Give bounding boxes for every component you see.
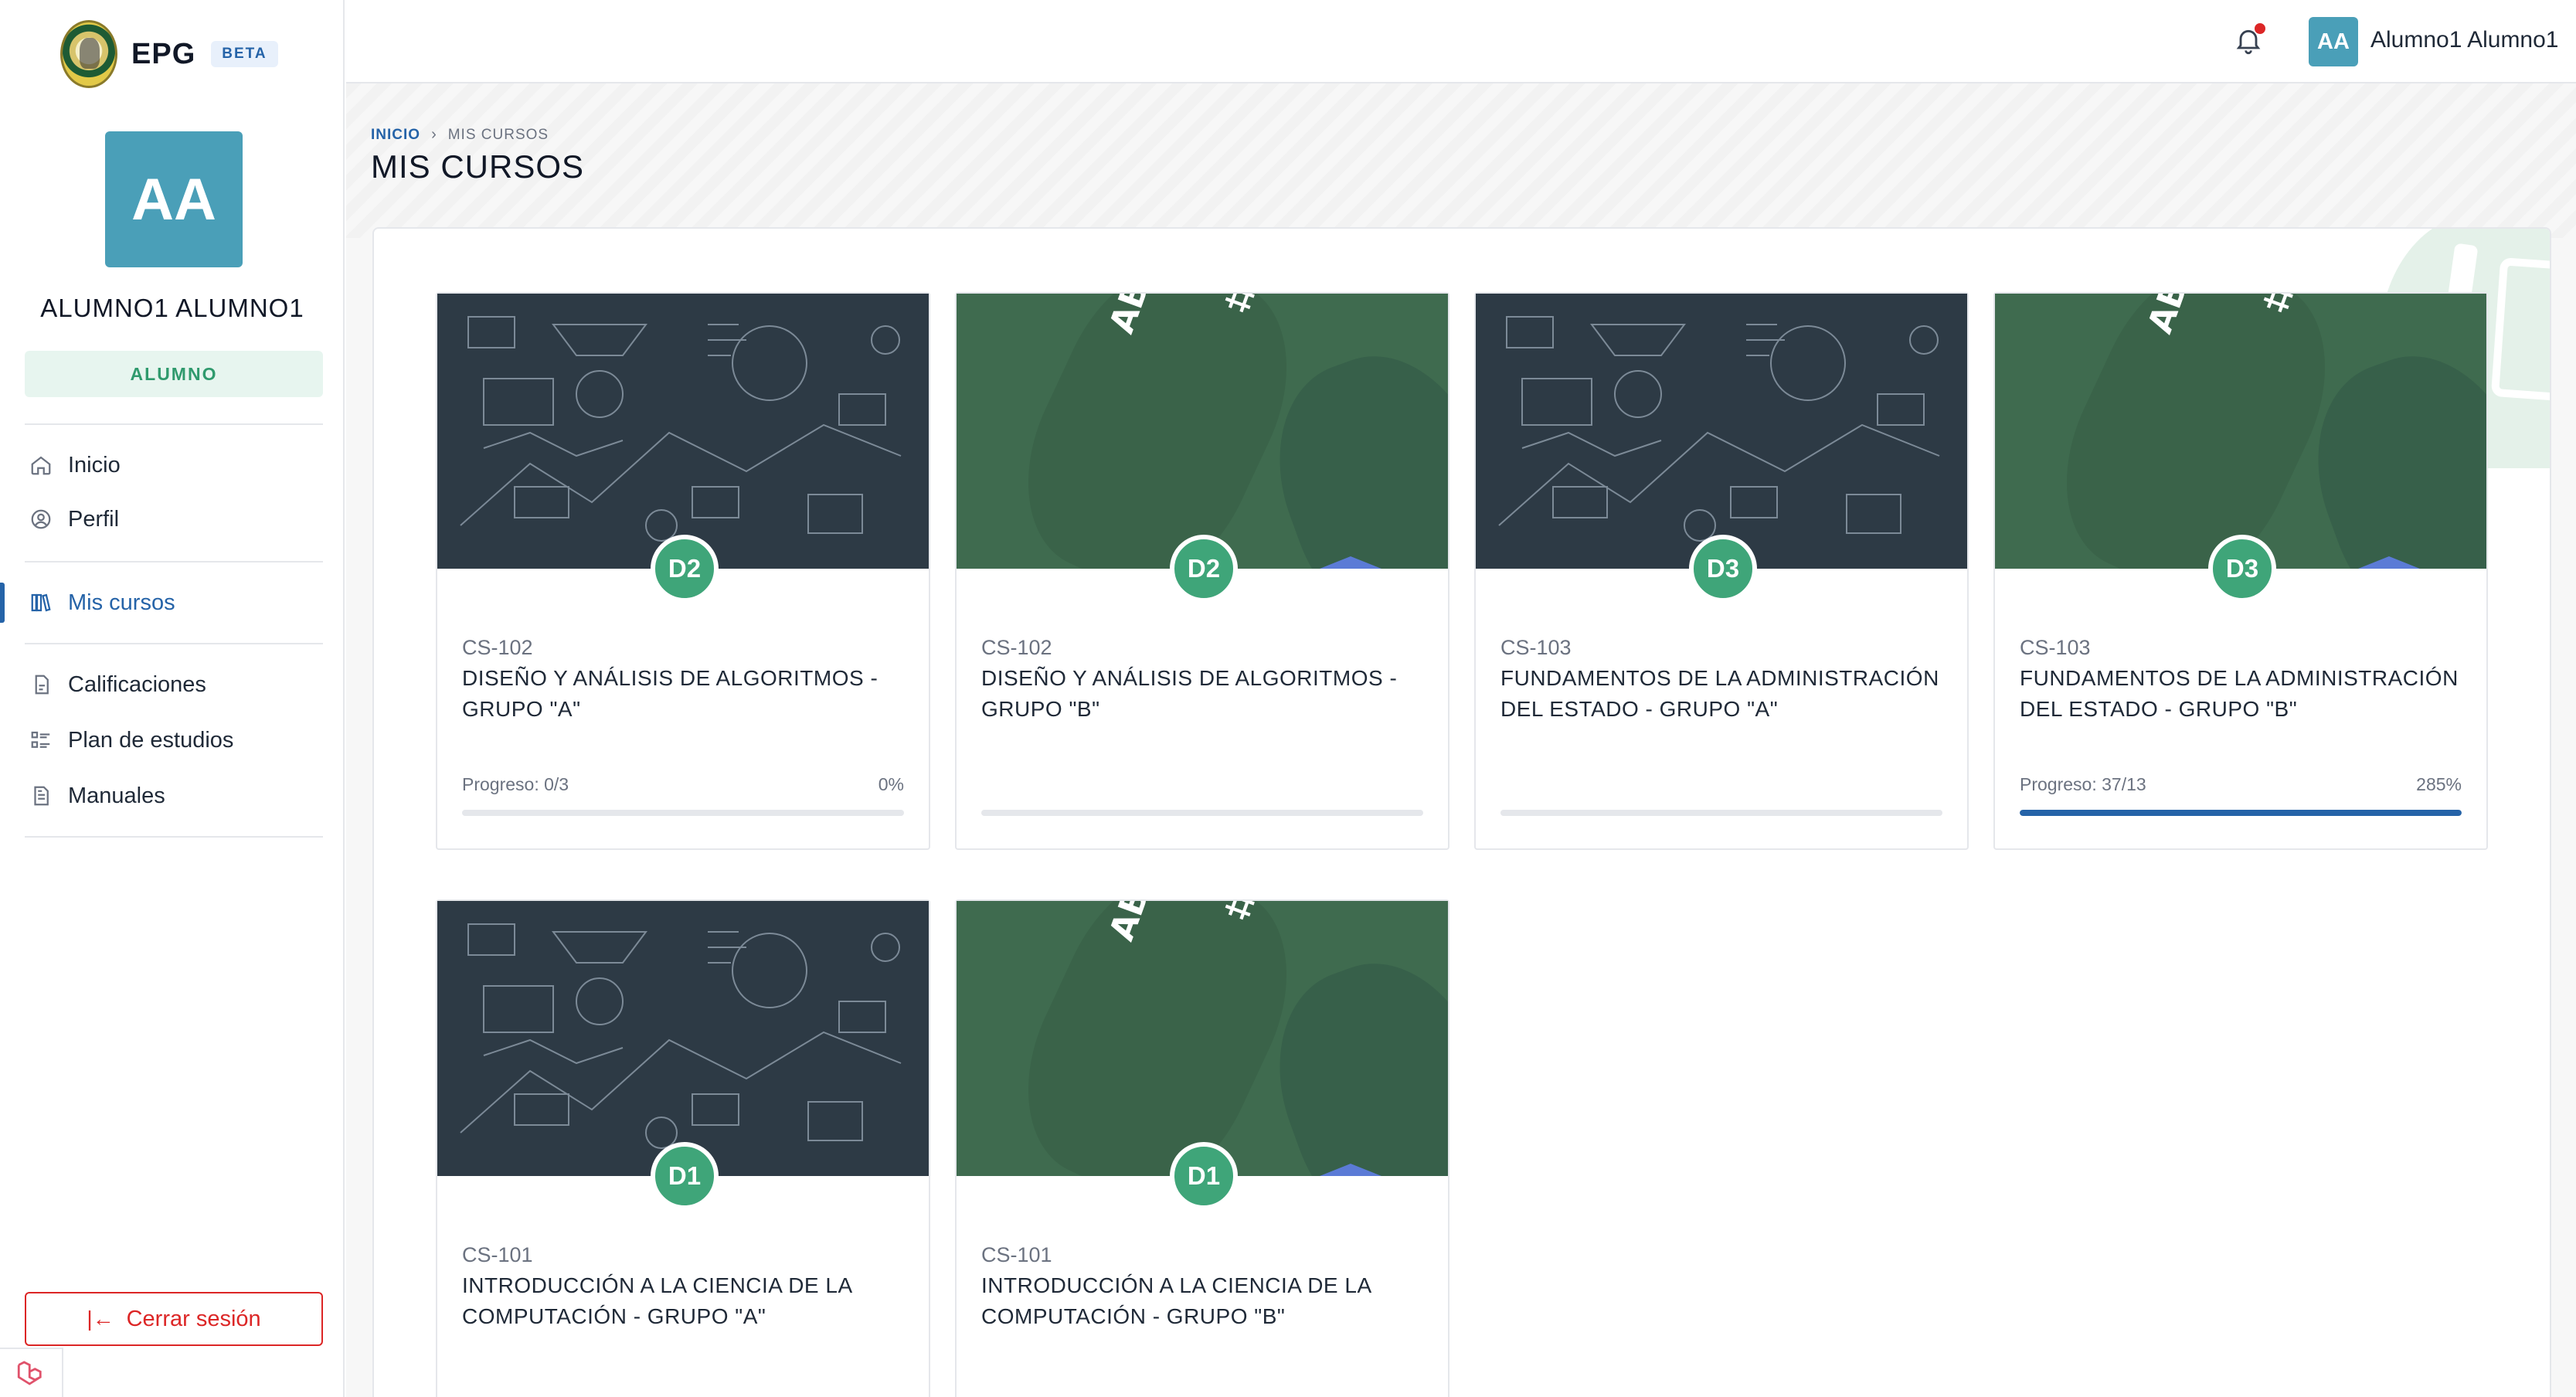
course-name: INTRODUCCIÓN A LA CIENCIA DE LA COMPUTAC… <box>981 1273 1371 1328</box>
list-icon <box>28 727 54 753</box>
role-badge: ALUMNO <box>25 351 323 397</box>
course-badge: D2 <box>651 535 719 603</box>
logout-arrow-icon: |← <box>87 1307 114 1331</box>
course-image <box>1476 294 1967 569</box>
laravel-icon[interactable] <box>0 1348 63 1397</box>
course-code: CS-103 <box>2020 636 2091 659</box>
nav-item-perfil[interactable]: Perfil <box>0 495 343 544</box>
books-icon <box>28 590 54 616</box>
sidebar: EPG BETA AA ALUMNO1 ALUMNO1 ALUMNO Inici… <box>0 0 345 1397</box>
course-badge: D2 <box>1170 535 1238 603</box>
course-card[interactable]: D3 CS-103 FUNDAMENTOS DE LA ADMINISTRACI… <box>1474 292 1969 850</box>
nav-label: Plan de estudios <box>68 727 234 753</box>
progress-label: Progreso: 0/3 <box>462 774 569 794</box>
progress-row <box>462 1382 904 1397</box>
nav-label: Manuales <box>68 783 165 808</box>
nav-label: Calificaciones <box>68 671 206 697</box>
progress-percent: 0% <box>878 774 904 794</box>
course-badge: D1 <box>651 1142 719 1210</box>
course-code: CS-103 <box>1500 636 1572 659</box>
course-image: AB ⌗ <box>957 294 1448 569</box>
nav-label: Inicio <box>68 452 121 478</box>
tech-doodle-illustration <box>460 923 902 1149</box>
brand-name: EPG <box>131 37 196 70</box>
course-image <box>437 901 929 1176</box>
nav-item-inicio[interactable]: Inicio <box>0 440 343 490</box>
beta-badge: BETA <box>211 41 278 67</box>
course-badge: D3 <box>1689 535 1757 603</box>
nav-item-plan-de-estudios[interactable]: Plan de estudios <box>0 715 343 765</box>
courses-panel: D2 CS-102 DISEÑO Y ANÁLISIS DE ALGORITMO… <box>372 227 2551 1397</box>
user-avatar[interactable]: AA <box>2309 17 2358 66</box>
course-card[interactable]: D2 CS-102 DISEÑO Y ANÁLISIS DE ALGORITMO… <box>436 292 930 850</box>
notification-dot <box>2255 23 2265 34</box>
divider <box>25 643 323 644</box>
decorative-shape <box>1320 556 1381 569</box>
progress-label: Progreso: 37/13 <box>2020 774 2146 794</box>
clipboard-icon <box>28 671 54 698</box>
breadcrumb: INICIO › MIS CURSOS <box>371 126 549 144</box>
topbar: AA Alumno1 Alumno1 <box>346 0 2576 83</box>
course-code: CS-101 <box>462 1243 533 1266</box>
main-content: INICIO › MIS CURSOS MIS CURSOS D2 CS-102… <box>346 83 2576 1397</box>
course-card[interactable]: AB ⌗ D1 CS-101 INTRODUCCIÓN A LA CIENCIA… <box>955 899 1449 1397</box>
user-menu[interactable]: Alumno1 Alumno1 <box>2370 23 2559 57</box>
course-badge: D3 <box>2208 535 2276 603</box>
course-name: FUNDAMENTOS DE LA ADMINISTRACIÓN DEL EST… <box>1500 666 1939 721</box>
user-name: ALUMNO1 ALUMNO1 <box>40 294 304 322</box>
logo-icon <box>60 20 117 88</box>
course-name: DISEÑO Y ANÁLISIS DE ALGORITMOS - GRUPO … <box>981 666 1398 721</box>
course-card[interactable]: AB ⌗ D3 CS-103 FUNDAMENTOS DE LA ADMINIS… <box>1993 292 2488 850</box>
course-image <box>437 294 929 569</box>
course-name: FUNDAMENTOS DE LA ADMINISTRACIÓN DEL EST… <box>2020 666 2459 721</box>
progress-row: Progreso: 0/3 0% <box>462 774 904 799</box>
document-icon <box>28 783 54 809</box>
course-image: AB ⌗ <box>1995 294 2486 569</box>
course-badge: D1 <box>1170 1142 1238 1210</box>
progress-bar <box>2020 810 2462 816</box>
nav-item-calificaciones[interactable]: Calificaciones <box>0 660 343 709</box>
user-circle-icon <box>28 506 54 532</box>
course-card[interactable]: D1 CS-101 INTRODUCCIÓN A LA CIENCIA DE L… <box>436 899 930 1397</box>
breadcrumb-separator: › <box>431 126 437 143</box>
course-code: CS-102 <box>981 636 1052 659</box>
course-code: CS-102 <box>462 636 533 659</box>
notifications-button[interactable] <box>2233 23 2267 60</box>
nav-item-manuales[interactable]: Manuales <box>0 771 343 821</box>
page-title: MIS CURSOS <box>371 148 585 185</box>
divider <box>25 561 323 563</box>
progress-row: Progreso: 37/13 285% <box>2020 774 2462 799</box>
decorative-shape <box>1320 1164 1381 1176</box>
nav-item-mis-cursos[interactable]: Mis cursos <box>0 578 343 627</box>
logout-label: Cerrar sesión <box>126 1306 261 1331</box>
progress-bar <box>1500 810 1942 816</box>
decorative-shape <box>2358 556 2420 569</box>
course-code: CS-101 <box>981 1243 1052 1266</box>
divider <box>25 423 323 425</box>
nav-label: Mis cursos <box>68 590 175 615</box>
progress-percent: 285% <box>2416 774 2462 794</box>
course-name: DISEÑO Y ANÁLISIS DE ALGORITMOS - GRUPO … <box>462 666 878 721</box>
course-card[interactable]: AB ⌗ D2 CS-102 DISEÑO Y ANÁLISIS DE ALGO… <box>955 292 1449 850</box>
progress-bar <box>981 810 1423 816</box>
progress-bar <box>462 810 904 816</box>
progress-fill <box>2020 810 2462 816</box>
avatar: AA <box>105 131 243 267</box>
breadcrumb-home[interactable]: INICIO <box>371 127 420 144</box>
nav-label: Perfil <box>68 506 120 532</box>
course-image: AB ⌗ <box>957 901 1448 1176</box>
tech-doodle-illustration <box>460 316 902 542</box>
breadcrumb-current: MIS CURSOS <box>447 126 549 143</box>
progress-row <box>1500 774 1942 799</box>
logout-button[interactable]: |← Cerrar sesión <box>25 1292 323 1346</box>
progress-row <box>981 774 1423 799</box>
home-icon <box>28 452 54 478</box>
tech-doodle-illustration <box>1498 316 1940 542</box>
course-name: INTRODUCCIÓN A LA CIENCIA DE LA COMPUTAC… <box>462 1273 852 1328</box>
progress-row <box>981 1382 1423 1397</box>
background-pattern <box>346 83 2576 238</box>
brand[interactable]: EPG BETA <box>60 19 278 90</box>
divider <box>25 836 323 838</box>
